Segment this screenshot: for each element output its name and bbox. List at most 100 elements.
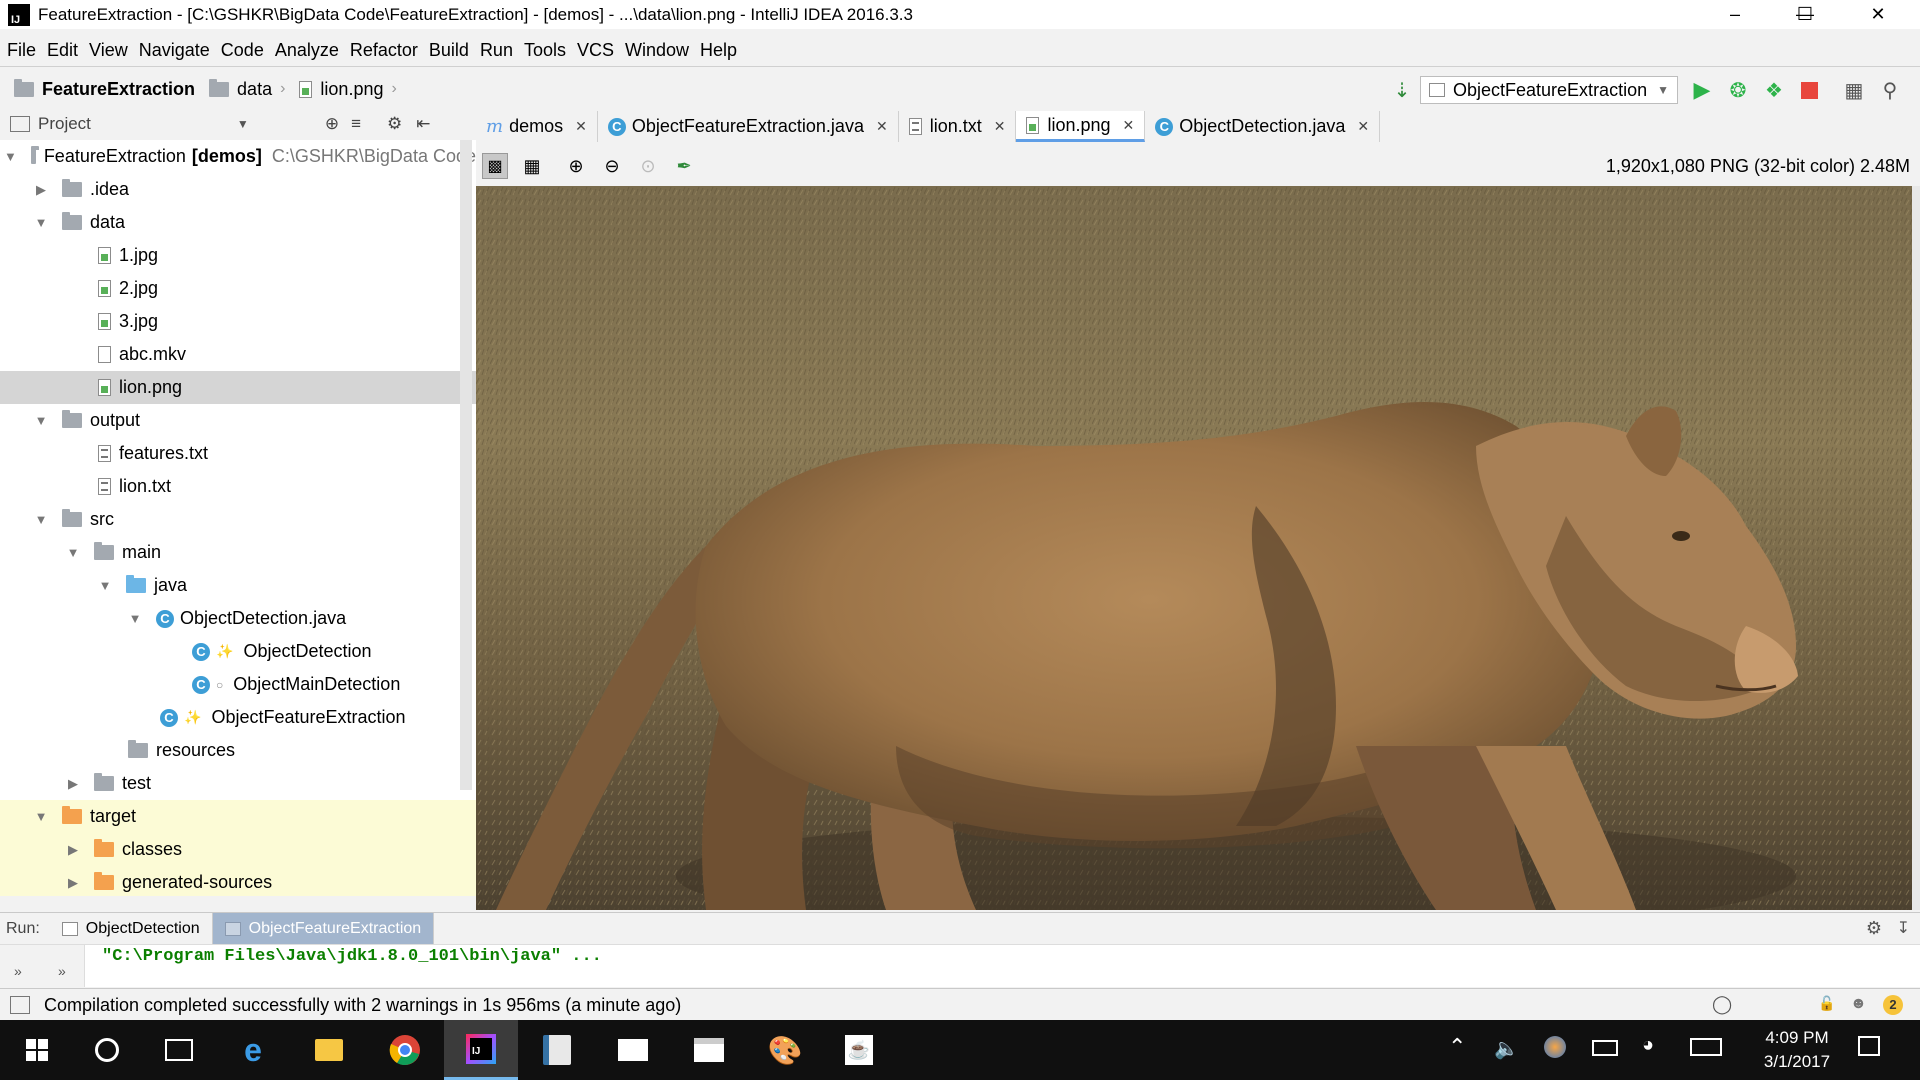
paint-icon[interactable]: 🎨 bbox=[748, 1020, 822, 1080]
tree-item-objectfeatureextraction[interactable]: C ✨ ObjectFeatureExtraction bbox=[0, 701, 476, 734]
expanded-arrow-icon[interactable]: ▼ bbox=[98, 578, 112, 593]
tree-item-classes[interactable]: ▶ classes bbox=[0, 833, 476, 866]
tab-demos[interactable]: m demos ✕ bbox=[476, 111, 598, 142]
expanded-arrow-icon[interactable]: ▼ bbox=[34, 215, 48, 230]
chessboard-icon[interactable]: ▩ bbox=[482, 153, 508, 179]
tree-scrollbar[interactable] bbox=[460, 140, 472, 790]
close-icon[interactable]: ✕ bbox=[876, 118, 888, 135]
chrome-icon[interactable] bbox=[368, 1020, 442, 1080]
app-tray-icon[interactable] bbox=[1544, 1036, 1566, 1058]
project-panel-title[interactable]: Project bbox=[38, 114, 91, 134]
tree-item-test[interactable]: ▶ test bbox=[0, 767, 476, 800]
battery-icon[interactable] bbox=[1592, 1040, 1618, 1056]
windows-start-icon[interactable] bbox=[0, 1020, 74, 1080]
lock-icon[interactable]: 🔓 bbox=[1818, 995, 1835, 1012]
expand-icon[interactable]: » bbox=[58, 963, 66, 979]
expanded-arrow-icon[interactable]: ▼ bbox=[34, 809, 48, 824]
tree-root[interactable]: ▼ FeatureExtraction [demos] C:\GSHKR\Big… bbox=[0, 140, 476, 173]
build-icon[interactable]: ⇣ bbox=[1390, 78, 1414, 102]
tree-item-java[interactable]: ▼ java bbox=[0, 569, 476, 602]
collapsed-arrow-icon[interactable]: ▶ bbox=[66, 842, 80, 858]
movies-icon[interactable] bbox=[672, 1020, 746, 1080]
tree-item-abcmkv[interactable]: abc.mkv bbox=[0, 338, 476, 371]
maximize-button[interactable]: ☐ bbox=[1770, 0, 1840, 29]
zoom-out-icon[interactable]: ⊖ bbox=[600, 154, 624, 178]
breadcrumb-file[interactable]: lion.png › bbox=[299, 79, 397, 100]
cortana-search-icon[interactable] bbox=[70, 1020, 144, 1080]
notification-icon[interactable] bbox=[1858, 1036, 1880, 1056]
expanded-arrow-icon[interactable]: ▼ bbox=[34, 413, 48, 428]
close-icon[interactable]: ✕ bbox=[575, 118, 587, 135]
python-icon[interactable] bbox=[520, 1020, 594, 1080]
tree-item-resources[interactable]: resources bbox=[0, 734, 476, 767]
hide-icon[interactable]: ↧ bbox=[1897, 918, 1910, 938]
expand-icon[interactable]: » bbox=[14, 963, 22, 979]
tree-item-idea[interactable]: ▶ .idea bbox=[0, 173, 476, 206]
tree-item-lionpng[interactable]: lion.png bbox=[0, 371, 476, 404]
grid-icon[interactable]: ▦ bbox=[520, 154, 544, 178]
image-viewer[interactable] bbox=[476, 186, 1912, 910]
run-tab-objectdetection[interactable]: ObjectDetection bbox=[50, 913, 213, 945]
close-icon[interactable]: ✕ bbox=[1357, 118, 1369, 135]
edge-browser-icon[interactable]: e bbox=[216, 1020, 290, 1080]
keyboard-icon[interactable] bbox=[1690, 1038, 1722, 1056]
run-config-select[interactable]: ObjectFeatureExtraction ▼ bbox=[1420, 76, 1678, 104]
tree-item-main[interactable]: ▼ main bbox=[0, 536, 476, 569]
expanded-arrow-icon[interactable]: ▼ bbox=[34, 512, 48, 527]
tab-objectfeatureextraction-java[interactable]: C ObjectFeatureExtraction.java ✕ bbox=[598, 111, 899, 142]
stop-icon[interactable] bbox=[1798, 78, 1822, 102]
menu-edit[interactable]: Edit bbox=[47, 40, 82, 61]
file-explorer-icon[interactable] bbox=[292, 1020, 366, 1080]
clock[interactable]: 4:09 PM 3/1/2017 bbox=[1752, 1026, 1842, 1074]
tree-item-featurestxt[interactable]: features.txt bbox=[0, 437, 476, 470]
menu-vcs[interactable]: VCS bbox=[577, 40, 618, 61]
menu-navigate[interactable]: Navigate bbox=[139, 40, 214, 61]
run-console[interactable]: » » "C:\Program Files\Java\jdk1.8.0_101\… bbox=[0, 944, 1920, 987]
tree-item-output[interactable]: ▼ output bbox=[0, 404, 476, 437]
tree-item-objectmaindetection[interactable]: C ○ ObjectMainDetection bbox=[0, 668, 476, 701]
close-icon[interactable]: ✕ bbox=[1123, 117, 1135, 134]
expanded-arrow-icon[interactable]: ▼ bbox=[66, 545, 80, 560]
collapsed-arrow-icon[interactable]: ▶ bbox=[34, 182, 48, 198]
event-log-badge[interactable]: 2 bbox=[1883, 995, 1903, 1015]
menu-build[interactable]: Build bbox=[429, 40, 473, 61]
debug-icon[interactable]: ❂ bbox=[1726, 78, 1750, 102]
breadcrumb-project[interactable]: FeatureExtraction bbox=[14, 78, 195, 100]
tree-item-2jpg[interactable]: 2.jpg bbox=[0, 272, 476, 305]
collapsed-arrow-icon[interactable]: ▶ bbox=[66, 875, 80, 891]
project-structure-icon[interactable]: ▦ bbox=[1842, 78, 1866, 102]
tab-lion-png[interactable]: lion.png ✕ bbox=[1016, 111, 1146, 142]
collapse-all-icon[interactable]: ≡ bbox=[351, 114, 361, 134]
menu-view[interactable]: View bbox=[89, 40, 132, 61]
menu-analyze[interactable]: Analyze bbox=[275, 40, 343, 61]
tree-item-target[interactable]: ▼ target bbox=[0, 800, 476, 833]
expanded-arrow-icon[interactable]: ▼ bbox=[128, 611, 142, 626]
run-icon[interactable]: ▶ bbox=[1690, 77, 1714, 102]
tab-lion-txt[interactable]: lion.txt ✕ bbox=[899, 111, 1017, 142]
tree-item-objectdetection-class[interactable]: C ✨ ObjectDetection bbox=[0, 635, 476, 668]
color-picker-icon[interactable]: ✒ bbox=[672, 154, 696, 178]
volume-icon[interactable]: 🔈 bbox=[1494, 1036, 1519, 1061]
run-tab-objectfeatureextraction[interactable]: ObjectFeatureExtraction bbox=[212, 913, 435, 945]
locate-icon[interactable]: ⊕ bbox=[325, 114, 339, 134]
chevron-up-icon[interactable]: ⌃ bbox=[1448, 1034, 1466, 1060]
chevron-down-icon[interactable]: ▼ bbox=[237, 117, 249, 131]
breadcrumb-data[interactable]: data › bbox=[209, 78, 285, 100]
menu-window[interactable]: Window bbox=[625, 40, 693, 61]
intellij-taskbar-icon[interactable]: IJ bbox=[444, 1020, 518, 1080]
wifi-icon[interactable]: ◕ bbox=[1642, 1034, 1654, 1057]
tree-item-src[interactable]: ▼ src bbox=[0, 503, 476, 536]
gear-icon[interactable]: ⚙ bbox=[387, 114, 402, 134]
coverage-icon[interactable]: ❖ bbox=[1762, 78, 1786, 102]
close-button[interactable]: ✕ bbox=[1843, 0, 1913, 29]
minimize-button[interactable]: – bbox=[1700, 0, 1770, 29]
inspector-icon[interactable]: ☻ bbox=[1850, 995, 1867, 1013]
hide-panel-icon[interactable]: ⇤ bbox=[416, 114, 430, 134]
menu-tools[interactable]: Tools bbox=[524, 40, 570, 61]
menu-help[interactable]: Help bbox=[700, 40, 741, 61]
tree-item-data[interactable]: ▼ data bbox=[0, 206, 476, 239]
editor-scrollbar[interactable] bbox=[1912, 186, 1920, 910]
tree-item-3jpg[interactable]: 3.jpg bbox=[0, 305, 476, 338]
tree-item-generated-sources[interactable]: ▶ generated-sources bbox=[0, 866, 476, 896]
menu-run[interactable]: Run bbox=[480, 40, 517, 61]
